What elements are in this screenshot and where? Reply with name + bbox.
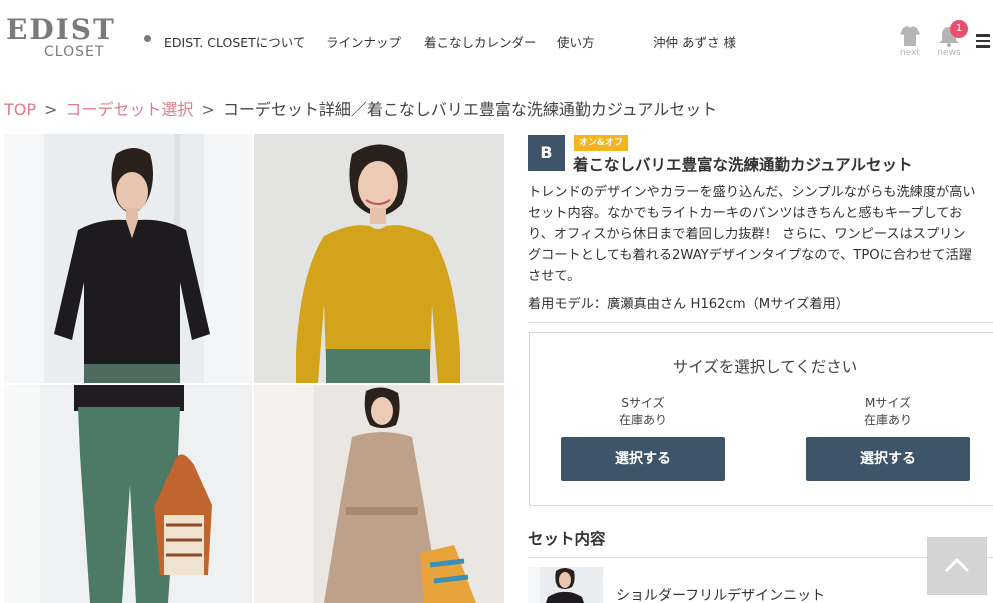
breadcrumb: TOP > コーデセット選択 > コーデセット詳細／着こなしバリエ豊富な洗練通勤カジュア… [4,96,717,120]
divider [528,322,993,323]
size-selector: サイズを選択してください Sサイズ 在庫あり 選択する Mサイズ 在庫あり 選択… [529,332,993,506]
size-name: Mサイズ [865,396,911,410]
stock-status: 在庫あり [863,413,912,427]
photo-beige-dress[interactable] [254,385,504,603]
site-logo[interactable]: EDIST CLOSET [6,14,156,64]
back-to-top-button[interactable] [927,537,987,595]
nav-howto[interactable]: 使い方 [557,32,595,51]
news-label: news [937,48,961,58]
select-s-button[interactable]: 選択する [561,437,725,481]
description-line: グコートとしても着れる2WAYデザインタイプなので、TPOに合わせて活躍 [528,248,972,263]
size-option-s: Sサイズ 在庫あり 選択する [561,395,725,481]
grade-badge: B [528,135,565,171]
hamburger-menu-icon[interactable] [976,34,990,48]
description-line: トレンドのデザインやカラーを盛り込んだ、シンプルながらも洗練度が高い [528,185,976,200]
size-selector-title: サイズを選択してください [672,358,858,376]
site-header: EDIST CLOSET EDIST. CLOSETについて ラインナップ 着こ… [0,0,993,80]
breadcrumb-separator: > [201,100,215,119]
chevron-up-icon [945,558,969,572]
nav-about[interactable]: EDIST. CLOSETについて [164,32,305,51]
description-line: させて。 [528,269,581,284]
shirt-icon [900,26,920,46]
breadcrumb-top[interactable]: TOP [4,100,36,119]
logo-sub-text: CLOSET [44,44,105,60]
nav-lineup[interactable]: ラインナップ [326,32,401,51]
model-note: 着用モデル：廣瀬真由さん H162cm（Mサイズ着用） [528,297,849,312]
nav-calendar[interactable]: 着こなしカレンダー [424,32,537,51]
user-name[interactable]: 沖仲 あずさ 様 [653,32,736,51]
set-item-thumbnail[interactable] [528,567,603,603]
set-contents-title: セット内容 [528,530,606,548]
select-m-button[interactable]: 選択する [806,437,970,481]
description-line: り、オフィスから休日まで着回し力抜群！ さらに、ワンピースはスプリン [528,227,966,242]
breadcrumb-coordinate-select[interactable]: コーデセット選択 [65,100,193,119]
stock-status: 在庫あり [618,413,667,427]
breadcrumb-current: コーデセット詳細／着こなしバリエ豊富な洗練通勤カジュアルセット [222,100,718,119]
product-title: 着こなしバリエ豊富な洗練通勤カジュアルセット [573,156,913,174]
category-tag: オン&オフ [574,135,628,151]
news-badge: 1 [950,20,968,38]
next-label: next [900,48,920,58]
divider [528,557,993,558]
breadcrumb-separator: > [44,100,58,119]
description-line: セット内容。なかでもライトカーキのパンツはきちんと感もキープしてお [528,206,963,221]
set-item-name[interactable]: ショルダーフリルデザインニット [616,585,825,603]
photo-green-pants[interactable] [4,385,252,603]
logo-main-text: EDIST [6,13,116,46]
next-button[interactable]: next [892,24,928,60]
size-name: Sサイズ [621,396,665,410]
product-description: トレンドのデザインやカラーを盛り込んだ、シンプルながらも洗練度が高い セット内容… [528,182,993,287]
size-option-m: Mサイズ 在庫あり 選択する [806,395,970,481]
photo-mustard-blouse[interactable] [254,134,504,383]
logo-dot [144,35,151,42]
photo-black-knit[interactable] [4,134,252,383]
